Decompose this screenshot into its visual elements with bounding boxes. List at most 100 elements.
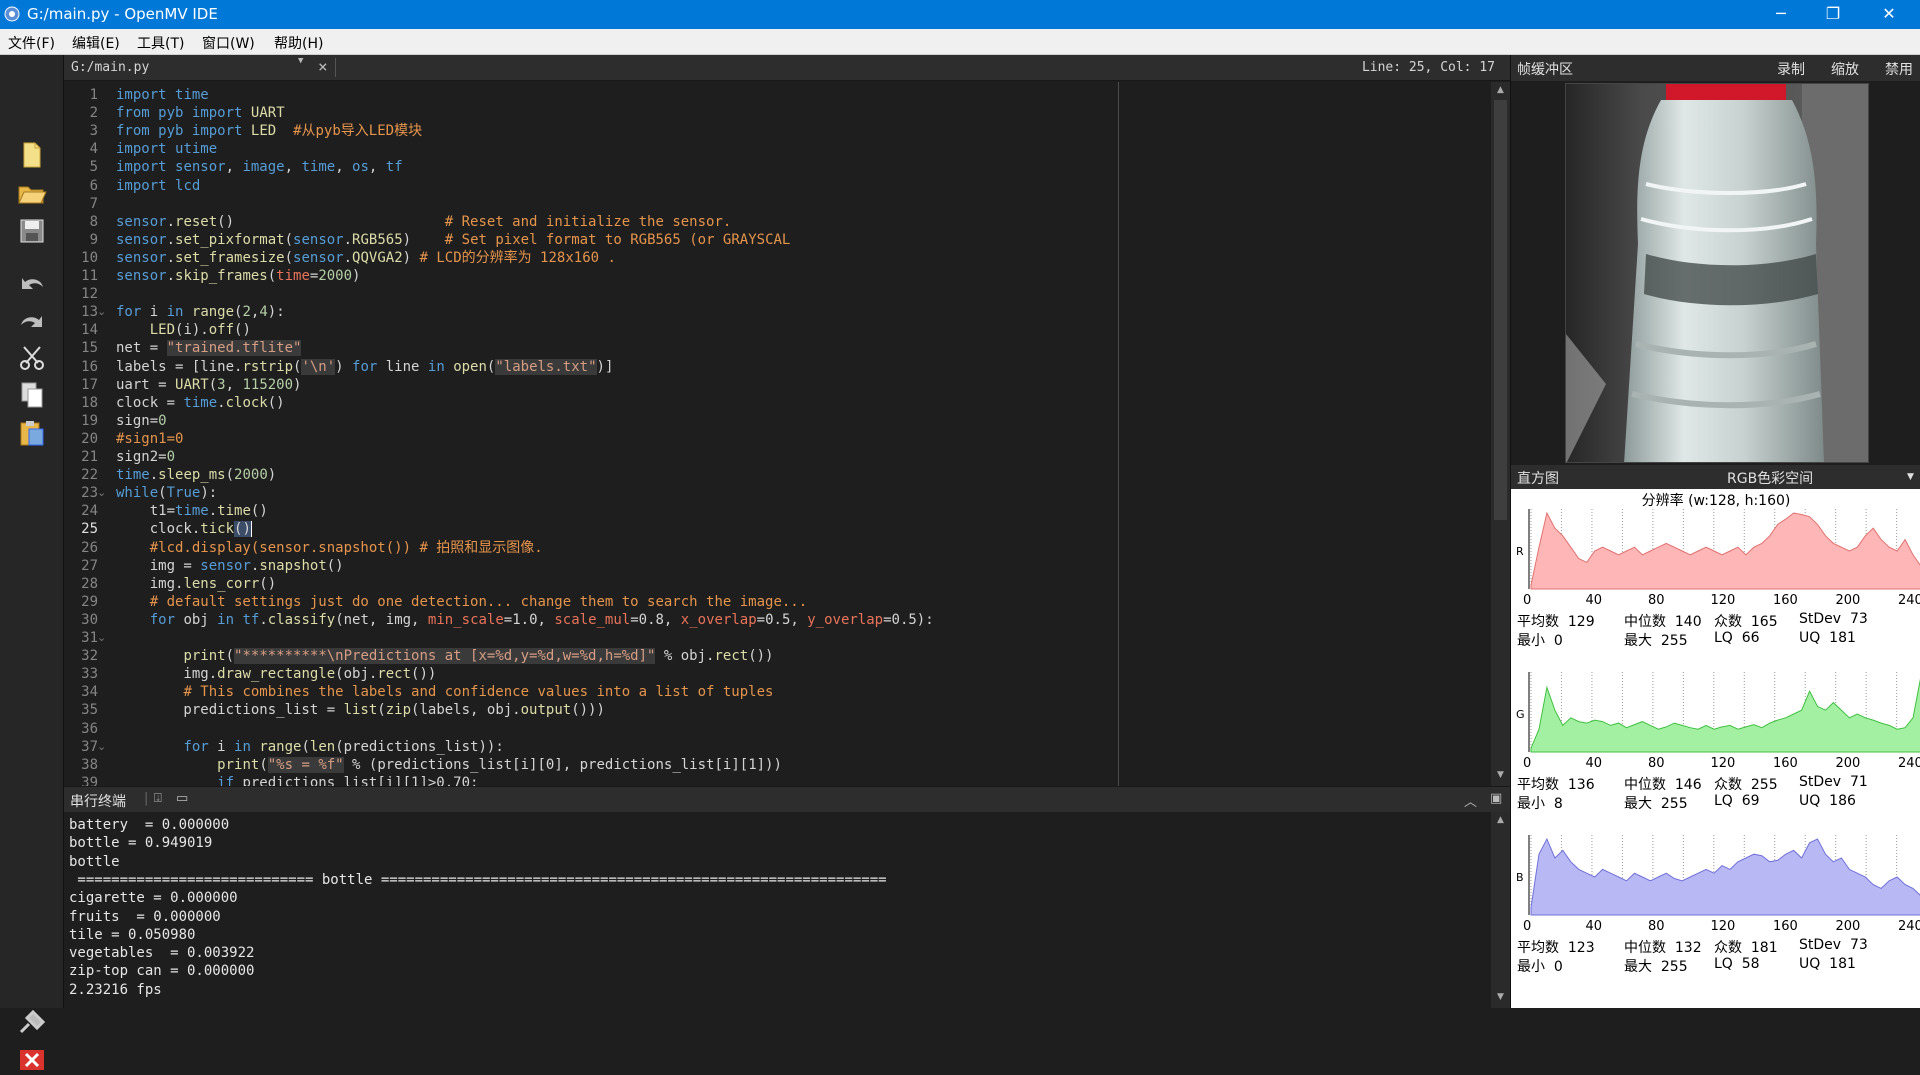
histogram-stat: 众数 165: [1714, 614, 1778, 630]
collapse-icon[interactable]: ︿: [1464, 791, 1477, 810]
line-number: 15: [81, 340, 98, 357]
code-line[interactable]: time.sleep_ms(2000): [116, 466, 276, 484]
open-file-button[interactable]: [14, 177, 50, 209]
disable-button[interactable]: 禁用: [1885, 59, 1913, 79]
line-number: 24: [81, 503, 98, 520]
serial-terminal-output[interactable]: battery = 0.000000 bottle = 0.949019 bottl…: [64, 812, 1510, 1008]
code-line[interactable]: t1=time.time(): [116, 502, 268, 520]
x-tick-label: 0: [1523, 593, 1532, 608]
line-number: 16: [81, 358, 98, 375]
x-tick-label: 120: [1710, 919, 1736, 934]
code-line[interactable]: print("**********\nPredictions at [x=%d,…: [116, 647, 774, 665]
code-line[interactable]: sensor.set_pixformat(sensor.RGB565) # Se…: [116, 231, 790, 249]
line-number: 34: [81, 684, 98, 701]
code-line[interactable]: LED(i).off(): [116, 321, 251, 339]
chevron-down-icon[interactable]: ▼: [1907, 472, 1914, 482]
record-button[interactable]: 录制: [1777, 59, 1805, 79]
code-line[interactable]: sign=0: [116, 412, 167, 430]
menu-window[interactable]: 窗口(W): [202, 33, 255, 53]
scrollbar-thumb[interactable]: [1494, 100, 1507, 520]
code-line[interactable]: from pyb import LED #从pyb导入LED模块: [116, 122, 422, 140]
code-line[interactable]: if predictions_list[i][1]>0.70:: [116, 774, 478, 786]
histogram-stat: 最大 255: [1624, 959, 1688, 975]
scroll-down-icon[interactable]: ▼: [1494, 770, 1507, 780]
menu-file[interactable]: 文件(F): [8, 33, 55, 53]
code-line[interactable]: clock.tick(): [116, 520, 252, 538]
x-tick-label: 40: [1585, 756, 1603, 771]
code-line[interactable]: for i in range(len(predictions_list)):: [116, 738, 503, 756]
code-line[interactable]: for i in range(2,4):: [116, 303, 285, 321]
code-line[interactable]: uart = UART(3, 115200): [116, 376, 301, 394]
line-number: 35: [81, 702, 98, 719]
maximize-button[interactable]: ❐: [1810, 0, 1856, 29]
code-line[interactable]: img.lens_corr(): [116, 575, 276, 593]
menu-bar: 文件(F) 编辑(E) 工具(T) 窗口(W) 帮助(H): [0, 29, 1920, 55]
code-line[interactable]: while(True):: [116, 484, 217, 502]
close-button[interactable]: ✕: [1866, 0, 1912, 29]
x-tick-label: 0: [1523, 919, 1532, 934]
code-line[interactable]: for obj in tf.classify(net, img, min_sca…: [116, 611, 934, 629]
undo-button[interactable]: [14, 265, 50, 297]
code-line[interactable]: clock = time.clock(): [116, 394, 285, 412]
code-line[interactable]: import sensor, image, time, os, tf: [116, 158, 403, 176]
menu-edit[interactable]: 编辑(E): [72, 33, 120, 53]
menu-help[interactable]: 帮助(H): [274, 33, 323, 53]
fold-toggle-icon[interactable]: ⌄: [97, 738, 106, 756]
line-number: 31: [81, 630, 98, 646]
code-line[interactable]: from pyb import UART: [116, 104, 285, 122]
histogram-g: G 0 40 80 120 160 200 240 平均数 136 中位数 146 众数 255 St…: [1511, 652, 1920, 815]
code-line[interactable]: img.draw_rectangle(obj.rect()): [116, 665, 436, 683]
new-file-button[interactable]: [14, 139, 50, 171]
code-line[interactable]: # This combines the labels and confidenc…: [116, 683, 773, 701]
zoom-button[interactable]: 缩放: [1831, 59, 1859, 79]
code-line[interactable]: import lcd: [116, 177, 200, 195]
close-file-icon[interactable]: ×: [318, 57, 328, 77]
save-button[interactable]: [14, 215, 50, 247]
fold-toggle-icon[interactable]: ⌄: [97, 484, 106, 502]
colorspace-select[interactable]: RGB色彩空间: [1727, 468, 1813, 488]
paste-button[interactable]: [14, 417, 50, 449]
code-line[interactable]: print("%s = %f" % (predictions_list[i][0…: [116, 756, 782, 774]
code-line[interactable]: #lcd.display(sensor.snapshot()) # 拍照和显示图…: [116, 539, 543, 557]
histogram-header: 直方图 RGB色彩空间 ▼: [1511, 465, 1920, 489]
redo-button[interactable]: [14, 303, 50, 335]
code-line[interactable]: # default settings just do one detection…: [116, 593, 807, 611]
code-line[interactable]: #sign1=0: [116, 430, 183, 448]
terminal-clear-icon[interactable]: ⍗: [154, 791, 162, 806]
scroll-down-icon[interactable]: ▼: [1494, 992, 1507, 1002]
code-line[interactable]: labels = [line.rstrip('\n') for line in …: [116, 358, 613, 376]
code-line[interactable]: import time: [116, 86, 209, 104]
code-line[interactable]: sensor.set_framesize(sensor.QQVGA2) # LC…: [116, 249, 616, 267]
cut-icon: [20, 346, 44, 370]
stop-button[interactable]: [14, 1043, 50, 1075]
panel-toggle-icon[interactable]: ▣: [1490, 791, 1502, 806]
terminal-line: fruits = 0.000000: [69, 908, 221, 925]
file-selector[interactable]: G:/main.py: [68, 57, 314, 78]
code-line[interactable]: import utime: [116, 140, 217, 158]
code-line[interactable]: sensor.reset() # Reset and initialize th…: [116, 213, 731, 231]
histogram-stat: 平均数 136: [1517, 777, 1595, 793]
code-line[interactable]: sensor.skip_frames(time=2000): [116, 267, 360, 285]
scroll-up-icon[interactable]: ▲: [1494, 815, 1507, 825]
terminal-save-icon[interactable]: ▭: [176, 791, 188, 806]
fold-toggle-icon[interactable]: ⌄: [97, 303, 106, 321]
x-tick-label: 80: [1648, 593, 1665, 608]
menu-tools[interactable]: 工具(T): [137, 33, 184, 53]
code-line[interactable]: predictions_list = list(zip(labels, obj.…: [116, 701, 604, 719]
code-editor[interactable]: import time from pyb import UART from pyb …: [116, 82, 1493, 786]
scroll-up-icon[interactable]: ▲: [1494, 85, 1507, 95]
minimize-button[interactable]: ─: [1758, 0, 1804, 29]
line-number: 20: [81, 430, 98, 447]
chevron-down-icon[interactable]: ▼: [298, 56, 303, 66]
code-line[interactable]: img = sensor.snapshot(): [116, 557, 344, 575]
cut-button[interactable]: [14, 341, 50, 373]
fold-toggle-icon[interactable]: ⌄: [97, 629, 106, 647]
connect-button[interactable]: [14, 1007, 50, 1039]
copy-button[interactable]: [14, 379, 50, 411]
editor-scrollbar[interactable]: ▲ ▼: [1491, 82, 1510, 786]
code-line[interactable]: net = "trained.tflite": [116, 339, 302, 357]
terminal-scrollbar[interactable]: ▲ ▼: [1491, 812, 1510, 1008]
channel-label: B: [1516, 871, 1524, 884]
code-line[interactable]: sign2=0: [116, 448, 175, 466]
title-bar: G:/main.py - OpenMV IDE ─ ❐ ✕: [0, 0, 1920, 29]
